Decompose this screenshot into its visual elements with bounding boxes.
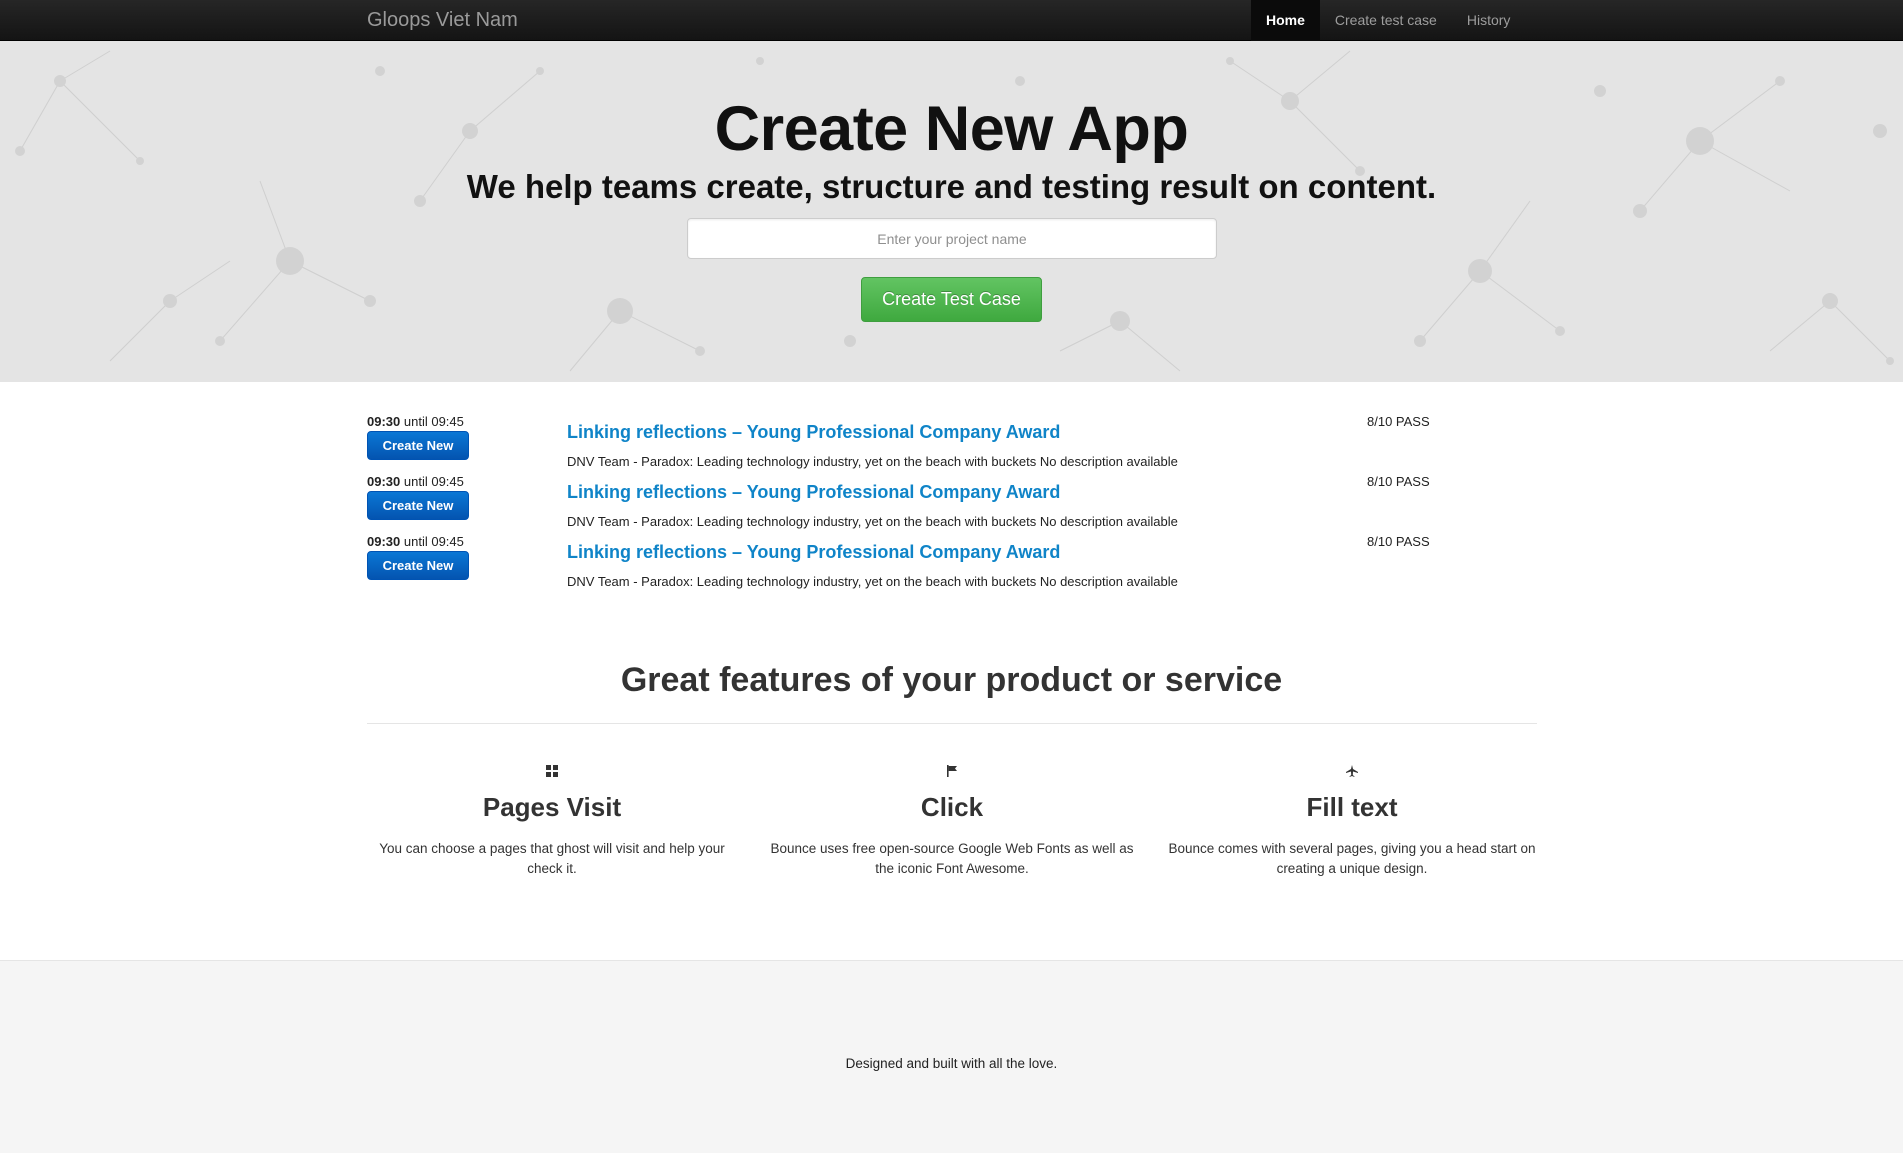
time-end: until 09:45 bbox=[403, 414, 464, 429]
time-end: until 09:45 bbox=[403, 534, 464, 549]
time-range: 09:30 until 09:45 bbox=[367, 534, 464, 549]
feature-text: Bounce uses free open-source Google Web … bbox=[770, 841, 1134, 876]
feature-title: Fill text bbox=[1306, 792, 1398, 822]
time-start: 09:30 bbox=[367, 534, 401, 549]
feature-text: Bounce comes with several pages, giving … bbox=[1168, 841, 1536, 876]
feature-card-click: Click Bounce uses free open-source Googl… bbox=[767, 764, 1137, 879]
item-score: 8/10 PASS bbox=[1367, 414, 1430, 429]
brand-name[interactable]: Gloops Viet Nam bbox=[367, 9, 518, 32]
list-item: 09:30 until 09:45 Create New Linking ref… bbox=[367, 474, 1537, 534]
item-title-link[interactable]: Linking reflections – Young Professional… bbox=[567, 482, 1060, 503]
time-range: 09:30 until 09:45 bbox=[367, 414, 464, 429]
page-footer: Designed and built with all the love. bbox=[0, 960, 1903, 1153]
feature-card-fill-text: Fill text Bounce comes with several page… bbox=[1167, 764, 1537, 879]
item-score: 8/10 PASS bbox=[1367, 534, 1430, 549]
hero-title: Create New App bbox=[714, 94, 1189, 164]
feature-title: Pages Visit bbox=[482, 792, 622, 822]
hero-section: Create New App We help teams create, str… bbox=[0, 41, 1903, 382]
grid-icon bbox=[367, 764, 737, 784]
nav-item-history[interactable]: History bbox=[1452, 0, 1526, 41]
time-start: 09:30 bbox=[367, 474, 401, 489]
list-item: 09:30 until 09:45 Create New Linking ref… bbox=[367, 534, 1537, 594]
create-new-button[interactable]: Create New bbox=[367, 491, 469, 520]
nav-item-create-test-case[interactable]: Create test case bbox=[1320, 0, 1452, 41]
time-end: until 09:45 bbox=[403, 474, 464, 489]
feature-title: Click bbox=[920, 792, 984, 822]
features-divider bbox=[367, 723, 1537, 724]
create-test-case-button[interactable]: Create Test Case bbox=[861, 277, 1042, 322]
item-description: DNV Team - Paradox: Leading technology i… bbox=[567, 514, 1178, 529]
plane-icon bbox=[1167, 764, 1537, 784]
top-navbar: Gloops Viet Nam Home Create test case Hi… bbox=[0, 0, 1903, 41]
time-range: 09:30 until 09:45 bbox=[367, 474, 464, 489]
item-description: DNV Team - Paradox: Leading technology i… bbox=[567, 574, 1178, 589]
hero-subtitle: We help teams create, structure and test… bbox=[466, 168, 1437, 205]
create-new-button[interactable]: Create New bbox=[367, 551, 469, 580]
feature-text: You can choose a pages that ghost will v… bbox=[379, 841, 725, 876]
item-title-link[interactable]: Linking reflections – Young Professional… bbox=[567, 422, 1060, 443]
item-title-link[interactable]: Linking reflections – Young Professional… bbox=[567, 542, 1060, 563]
list-item: 09:30 until 09:45 Create New Linking ref… bbox=[367, 414, 1537, 474]
nav-item-home[interactable]: Home bbox=[1251, 0, 1320, 41]
features-heading: Great features of your product or servic… bbox=[620, 661, 1283, 699]
time-start: 09:30 bbox=[367, 414, 401, 429]
create-new-button[interactable]: Create New bbox=[367, 431, 469, 460]
project-name-input[interactable] bbox=[687, 218, 1217, 259]
footer-text: Designed and built with all the love. bbox=[845, 1056, 1058, 1071]
flag-icon bbox=[767, 764, 1137, 784]
feature-card-pages-visit: Pages Visit You can choose a pages that … bbox=[367, 764, 737, 879]
main-nav: Home Create test case History bbox=[1251, 0, 1525, 41]
item-score: 8/10 PASS bbox=[1367, 474, 1430, 489]
item-description: DNV Team - Paradox: Leading technology i… bbox=[567, 454, 1178, 469]
